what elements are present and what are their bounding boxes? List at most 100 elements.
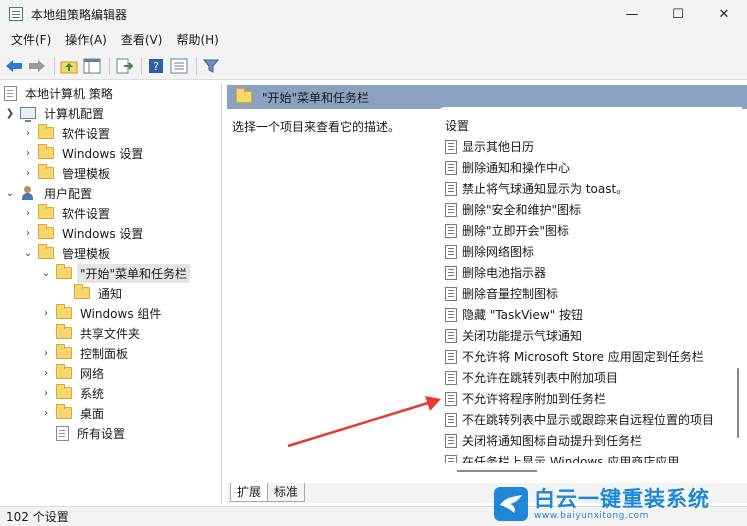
tree-item-uc-software[interactable]: › 软件设置 xyxy=(22,203,113,223)
setting-row[interactable]: 删除"立即开会"图标 xyxy=(445,220,569,241)
show-tree-button[interactable] xyxy=(82,56,102,76)
chevron-right-icon[interactable]: › xyxy=(40,348,52,359)
window-controls: — ☐ ✕ xyxy=(609,0,747,28)
tree-item-cc-admin[interactable]: › 管理模板 xyxy=(22,163,113,183)
folder-up-icon xyxy=(60,61,78,73)
tree-item-desktop[interactable]: › 桌面 xyxy=(40,403,107,423)
chevron-down-icon[interactable]: ⌄ xyxy=(22,248,34,259)
chevron-down-icon[interactable]: ❯ xyxy=(4,108,16,119)
setting-row[interactable]: 不在跳转列表中显示或跟踪来自远程位置的项目 xyxy=(445,409,714,430)
folder-icon xyxy=(38,164,54,179)
setting-row[interactable]: 显示其他日历 xyxy=(445,136,534,157)
setting-row[interactable]: 删除通知和操作中心 xyxy=(445,157,570,178)
watermark-title: 白云一键重装系统 xyxy=(534,486,710,511)
setting-label: 关闭将通知图标自动提升到任务栏 xyxy=(462,434,643,448)
up-folder-button[interactable] xyxy=(59,56,79,76)
watermark: 白云一键重装系统 www.baiyunxitong.com xyxy=(494,482,747,526)
minimize-button[interactable]: — xyxy=(609,0,655,28)
user-icon xyxy=(20,186,36,200)
folder-icon xyxy=(56,304,72,319)
back-arrow-icon xyxy=(6,59,22,72)
menu-action[interactable]: 操作(A) xyxy=(58,28,114,52)
tree-item-computer-config[interactable]: ❯ 计算机配置 xyxy=(4,103,107,123)
menu-help[interactable]: 帮助(H) xyxy=(169,28,225,52)
tree-item-start-taskbar[interactable]: ⌄ "开始"菜单和任务栏 xyxy=(40,263,191,283)
export-button[interactable] xyxy=(114,56,134,76)
chevron-right-icon[interactable]: › xyxy=(22,128,34,139)
setting-label: 显示其他日历 xyxy=(462,140,535,154)
setting-row[interactable]: 不允许将 Microsoft Store 应用固定到任务栏 xyxy=(445,346,704,367)
setting-label: 删除"立即开会"图标 xyxy=(462,224,570,238)
help-button[interactable]: ? xyxy=(146,56,166,76)
menu-view[interactable]: 查看(V) xyxy=(114,28,170,52)
setting-row[interactable]: 删除音量控制图标 xyxy=(445,283,558,304)
back-button[interactable] xyxy=(4,56,24,76)
chevron-right-icon[interactable]: › xyxy=(22,208,34,219)
bird-icon xyxy=(500,495,522,513)
description-text: 选择一个项目来查看它的描述。 xyxy=(232,120,401,134)
tree-label: 桌面 xyxy=(80,406,105,421)
setting-row[interactable]: 不允许在跳转列表中附加项目 xyxy=(445,367,618,388)
setting-label: 不允许将 Microsoft Store 应用固定到任务栏 xyxy=(462,350,704,364)
setting-label: 不在跳转列表中显示或跟踪来自远程位置的项目 xyxy=(462,413,715,427)
tree-label: 控制面板 xyxy=(80,346,129,361)
toolbar-separator xyxy=(196,56,197,75)
chevron-right-icon[interactable]: › xyxy=(22,148,34,159)
tree-item-system[interactable]: › 系统 xyxy=(40,383,107,403)
bird-logo-icon xyxy=(494,487,528,521)
setting-icon xyxy=(445,265,457,280)
menu-file[interactable]: 文件(F) xyxy=(4,28,58,52)
chevron-right-icon[interactable]: › xyxy=(22,228,34,239)
setting-row[interactable]: 禁止将气球通知显示为 toast。 xyxy=(445,178,628,199)
setting-row[interactable]: 关闭功能提示气球通知 xyxy=(445,325,582,346)
tree-item-user-config[interactable]: ⌄ 用户配置 xyxy=(4,183,95,203)
tree-item-uc-admin[interactable]: ⌄ 管理模板 xyxy=(22,243,113,263)
tree-label: 用户配置 xyxy=(44,186,93,201)
tree-item-root[interactable]: 本地计算机 策略 xyxy=(4,83,116,103)
chevron-right-icon[interactable]: › xyxy=(40,408,52,419)
setting-row[interactable]: 删除"安全和维护"图标 xyxy=(445,199,581,220)
setting-row[interactable]: 隐藏 "TaskView" 按钮 xyxy=(445,304,583,325)
setting-row[interactable]: 关闭将通知图标自动提升到任务栏 xyxy=(445,430,642,451)
tree-item-all-settings[interactable]: 所有设置 xyxy=(40,423,128,443)
chevron-down-icon[interactable]: ⌄ xyxy=(40,268,52,279)
setting-row[interactable]: 删除网络图标 xyxy=(445,241,534,262)
chevron-right-icon[interactable]: › xyxy=(40,308,52,319)
setting-row[interactable]: 在任务栏上显示 Windows 应用商店应用 xyxy=(445,451,679,463)
properties-button[interactable] xyxy=(169,56,189,76)
filter-icon xyxy=(203,59,219,73)
chevron-right-icon[interactable]: › xyxy=(40,388,52,399)
tree-item-cc-software[interactable]: › 软件设置 xyxy=(22,123,113,143)
tree-item-shared-folders[interactable]: 共享文件夹 xyxy=(40,323,143,343)
tab-standard[interactable]: 标准 xyxy=(267,483,306,502)
folder-icon xyxy=(38,144,54,159)
setting-icon xyxy=(445,202,457,217)
computer-icon xyxy=(20,107,36,122)
vertical-scrollbar[interactable] xyxy=(737,368,739,438)
tab-extended[interactable]: 扩展 xyxy=(230,483,269,502)
setting-icon xyxy=(445,412,457,427)
tree-item-uc-windows[interactable]: › Windows 设置 xyxy=(22,223,146,243)
settings-column-header[interactable]: 设置 xyxy=(445,117,469,134)
forward-arrow-icon xyxy=(29,59,45,72)
tree-item-windows-components[interactable]: › Windows 组件 xyxy=(40,303,164,323)
chevron-down-icon[interactable]: ⌄ xyxy=(4,188,16,199)
setting-icon xyxy=(445,349,457,364)
tree-item-cc-windows[interactable]: › Windows 设置 xyxy=(22,143,146,163)
forward-button[interactable] xyxy=(27,56,47,76)
setting-row-pin-programs[interactable]: 不允许将程序附加到任务栏 xyxy=(445,388,606,409)
tree-item-control-panel[interactable]: › 控制面板 xyxy=(40,343,131,363)
chevron-right-icon[interactable]: › xyxy=(22,168,34,179)
content-header: "开始"菜单和任务栏 xyxy=(227,85,747,109)
setting-row[interactable]: 删除电池指示器 xyxy=(445,262,546,283)
setting-label: 删除音量控制图标 xyxy=(462,287,559,301)
tree-item-notifications[interactable]: 通知 xyxy=(58,283,125,303)
filter-button[interactable] xyxy=(201,56,221,76)
close-button[interactable]: ✕ xyxy=(701,0,747,28)
chevron-right-icon[interactable]: › xyxy=(40,368,52,379)
maximize-button[interactable]: ☐ xyxy=(655,0,701,28)
horizontal-scrollbar[interactable] xyxy=(457,470,537,472)
toolbar-separator xyxy=(109,56,110,75)
tree-item-network[interactable]: › 网络 xyxy=(40,363,107,383)
watermark-url: www.baiyunxitong.com xyxy=(534,510,649,521)
